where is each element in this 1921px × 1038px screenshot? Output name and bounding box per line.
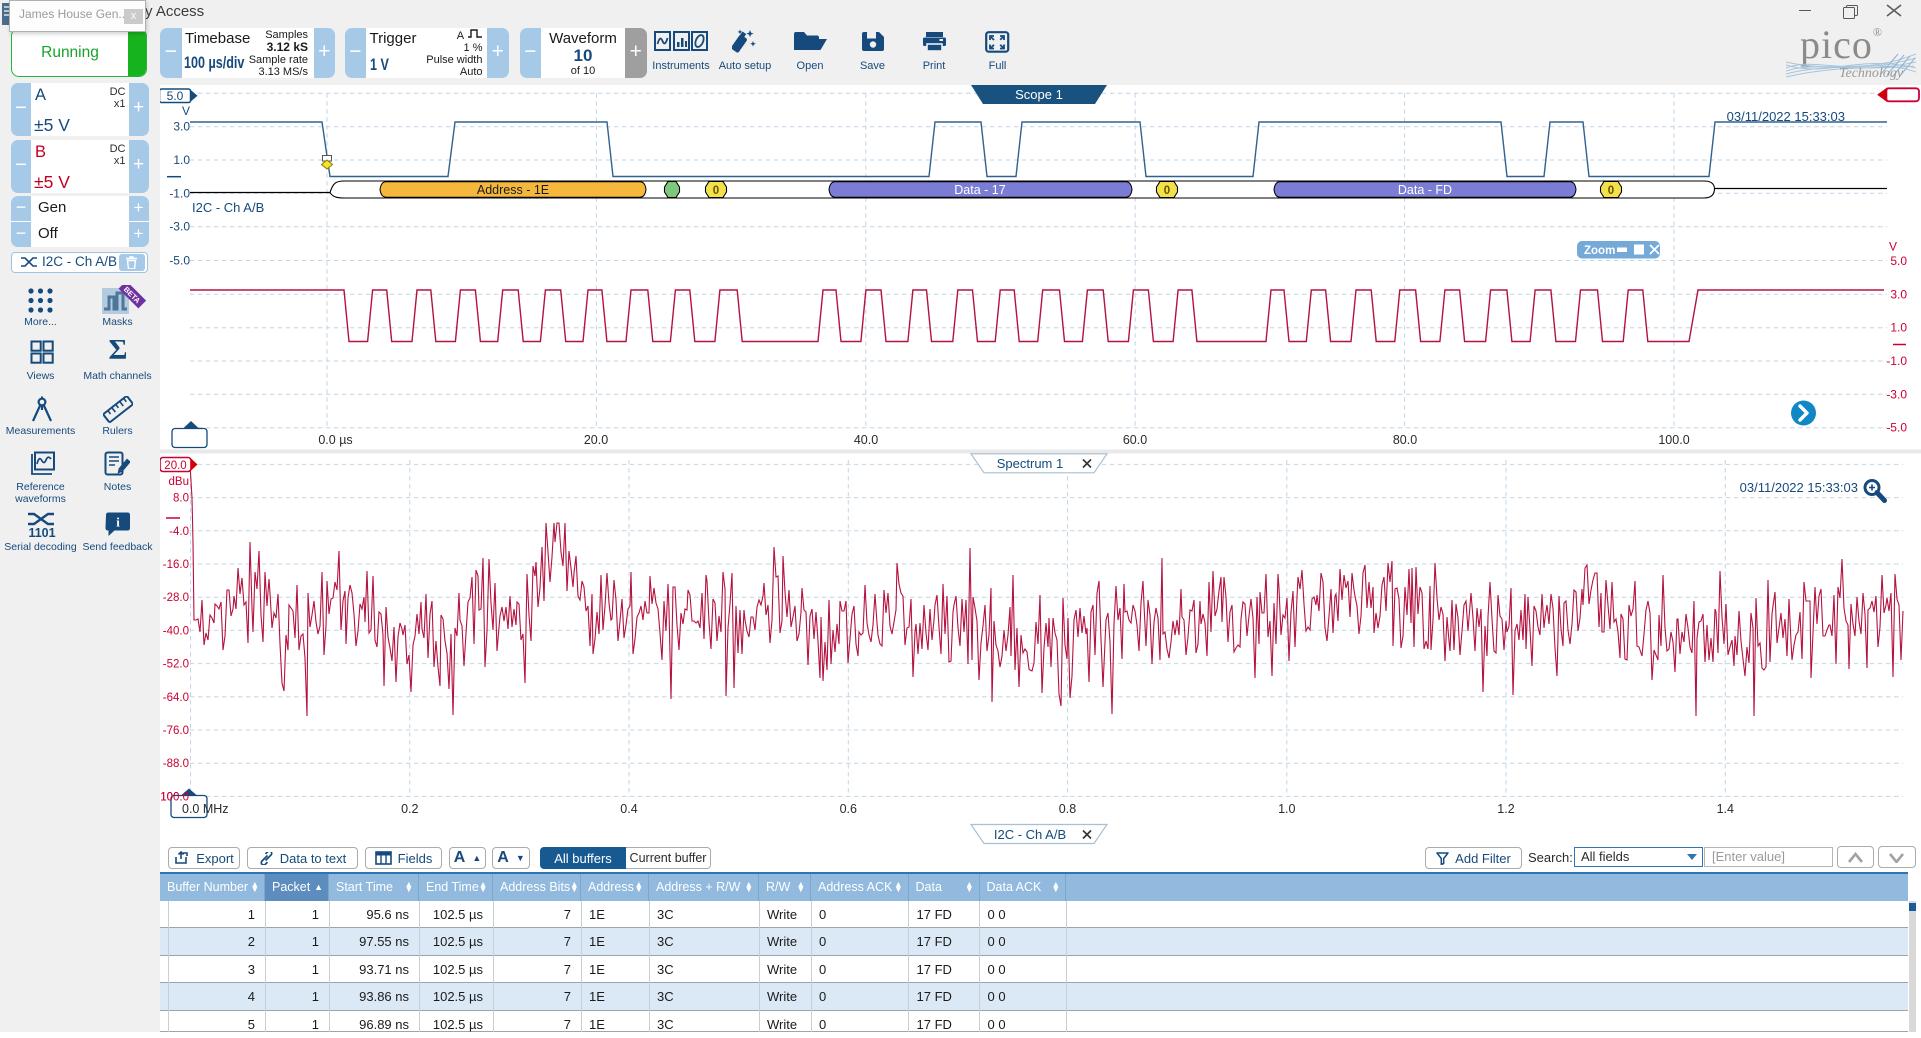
svg-text:5.0: 5.0 xyxy=(1890,254,1907,268)
svg-text:-5.0: -5.0 xyxy=(169,254,190,268)
svg-text:0.0 MHz: 0.0 MHz xyxy=(182,802,229,816)
svg-text:V: V xyxy=(1889,240,1897,254)
svg-text:-64.0: -64.0 xyxy=(163,692,189,704)
svg-text:Spectrum 1: Spectrum 1 xyxy=(997,456,1063,471)
svg-text:1.4: 1.4 xyxy=(1717,802,1734,816)
svg-text:-3.0: -3.0 xyxy=(169,220,190,234)
svg-text:100.0: 100.0 xyxy=(1658,433,1689,447)
svg-text:0.2: 0.2 xyxy=(401,802,418,816)
svg-text:I2C - Ch A/B: I2C - Ch A/B xyxy=(192,200,264,215)
svg-text:-3.0: -3.0 xyxy=(1886,387,1907,401)
svg-text:-28.0: -28.0 xyxy=(163,592,189,604)
svg-text:8.0: 8.0 xyxy=(173,493,189,505)
svg-text:-5.0: -5.0 xyxy=(1886,421,1907,435)
svg-text:0: 0 xyxy=(713,185,719,197)
svg-text:V: V xyxy=(182,104,190,118)
svg-text:0.0 µs: 0.0 µs xyxy=(318,433,352,447)
svg-text:Address - 1E: Address - 1E xyxy=(477,183,549,197)
svg-text:0.8: 0.8 xyxy=(1059,802,1076,816)
svg-text:0.6: 0.6 xyxy=(840,802,857,816)
svg-text:1101: 1101 xyxy=(28,526,55,538)
svg-text:1.0: 1.0 xyxy=(1278,802,1295,816)
svg-text:Data - 17: Data - 17 xyxy=(954,183,1005,197)
svg-text:-16.0: -16.0 xyxy=(163,559,189,571)
svg-text:0: 0 xyxy=(1608,185,1614,197)
svg-text:20.0: 20.0 xyxy=(164,460,186,472)
svg-text:1.2: 1.2 xyxy=(1497,802,1514,816)
svg-text:-88.0: -88.0 xyxy=(163,758,189,770)
svg-text:-52.0: -52.0 xyxy=(163,659,189,671)
svg-text:0: 0 xyxy=(1164,185,1170,197)
svg-text:i: i xyxy=(116,515,120,530)
svg-text:0.4: 0.4 xyxy=(620,802,637,816)
svg-text:60.0: 60.0 xyxy=(1123,433,1147,447)
svg-text:I2C - Ch A/B: I2C - Ch A/B xyxy=(994,827,1066,842)
svg-text:Data - FD: Data - FD xyxy=(1398,183,1452,197)
svg-text:3.0: 3.0 xyxy=(173,120,190,134)
svg-text:-100.0: -100.0 xyxy=(160,791,189,803)
svg-text:1.0: 1.0 xyxy=(173,153,190,167)
svg-text:dBu: dBu xyxy=(169,476,189,488)
svg-text:Zoom: Zoom xyxy=(1584,245,1615,257)
svg-text:Scope 1: Scope 1 xyxy=(1015,87,1063,102)
svg-text:1.0: 1.0 xyxy=(1890,321,1907,335)
svg-text:40.0: 40.0 xyxy=(854,433,878,447)
svg-text:5.0: 5.0 xyxy=(167,89,184,103)
svg-text:-1.0: -1.0 xyxy=(1886,354,1907,368)
svg-text:03/11/2022 15:33:03: 03/11/2022 15:33:03 xyxy=(1727,109,1845,124)
svg-text:-1.0: -1.0 xyxy=(169,186,190,200)
svg-text:03/11/2022 15:33:03: 03/11/2022 15:33:03 xyxy=(1740,480,1858,495)
svg-text:3.0: 3.0 xyxy=(1890,287,1907,301)
svg-text:20.0: 20.0 xyxy=(584,433,608,447)
svg-text:-40.0: -40.0 xyxy=(163,625,189,637)
svg-text:80.0: 80.0 xyxy=(1393,433,1417,447)
svg-text:-76.0: -76.0 xyxy=(163,725,189,737)
svg-text:-4.0: -4.0 xyxy=(169,526,189,538)
